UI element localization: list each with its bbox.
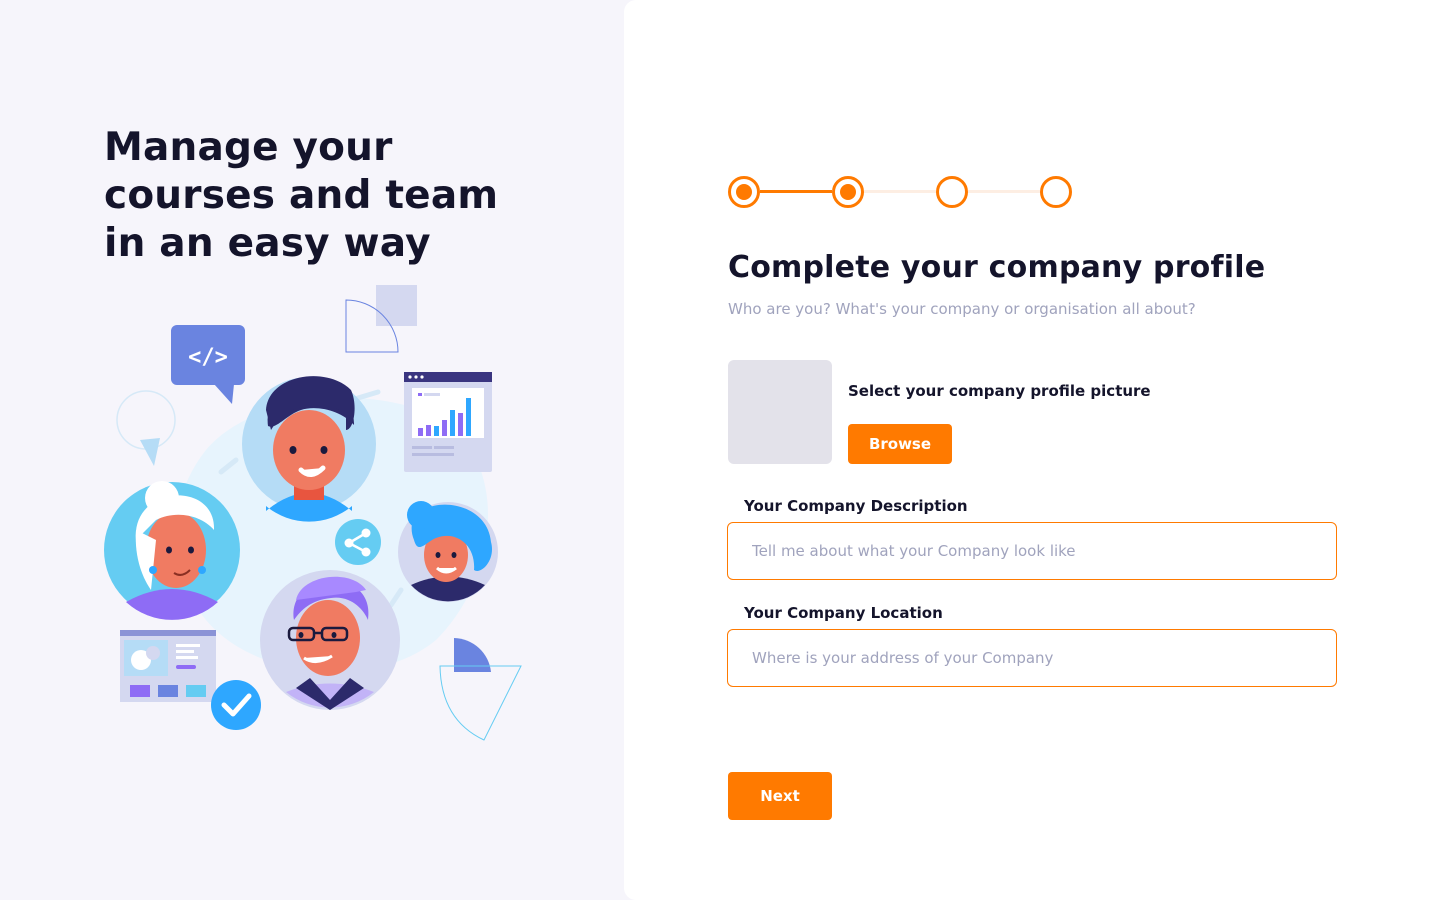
hero-title: Manage your courses and team in an easy … bbox=[104, 125, 499, 266]
step-2-indicator bbox=[832, 176, 864, 208]
profile-picture-preview[interactable] bbox=[728, 360, 832, 464]
step-connector-3 bbox=[968, 190, 1040, 193]
avatar-man-bottom bbox=[260, 570, 400, 710]
form-subtitle: Who are you? What's your company or orga… bbox=[728, 300, 1196, 318]
bar-chart-card-icon bbox=[404, 372, 492, 472]
company-location-label: Your Company Location bbox=[744, 604, 943, 622]
share-icon bbox=[335, 519, 381, 565]
step-1-indicator bbox=[728, 176, 760, 208]
profile-picture-label: Select your company profile picture bbox=[848, 382, 1151, 400]
right-panel: Complete your company profile Who are yo… bbox=[624, 0, 1440, 900]
browse-button[interactable]: Browse bbox=[848, 424, 952, 464]
checkmark-icon bbox=[211, 680, 261, 730]
company-description-label: Your Company Description bbox=[744, 497, 968, 515]
company-description-input[interactable] bbox=[727, 522, 1337, 580]
team-illustration: </> bbox=[104, 285, 522, 741]
progress-stepper bbox=[728, 176, 1072, 208]
step-4-indicator bbox=[1040, 176, 1072, 208]
next-button[interactable]: Next bbox=[728, 772, 832, 820]
dashboard-card-icon bbox=[120, 630, 216, 702]
code-tag-label: </> bbox=[188, 345, 228, 370]
step-connector-1 bbox=[760, 190, 832, 193]
left-panel: Manage your courses and team in an easy … bbox=[0, 0, 624, 900]
company-location-input[interactable] bbox=[727, 629, 1337, 687]
step-3-indicator bbox=[936, 176, 968, 208]
form-title: Complete your company profile bbox=[728, 250, 1266, 285]
step-connector-2 bbox=[864, 190, 936, 193]
code-bubble-icon: </> bbox=[171, 325, 245, 404]
